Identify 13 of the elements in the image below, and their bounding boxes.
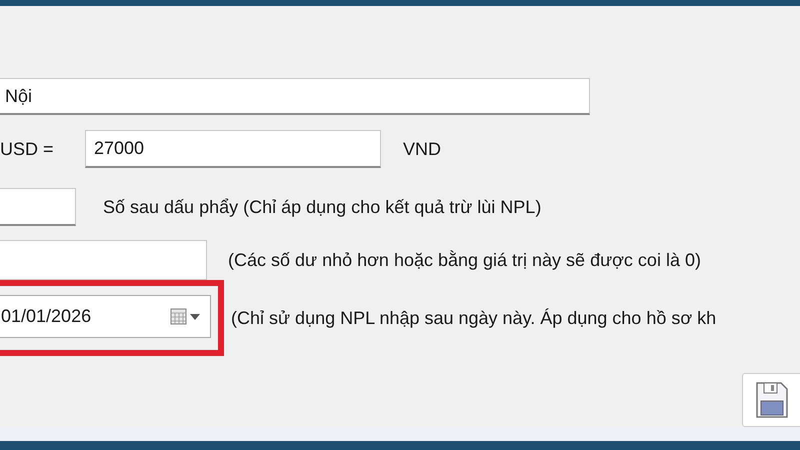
save-icon <box>755 381 789 419</box>
unit-label: VND <box>403 138 442 160</box>
threshold-hint: (Các số dư nhỏ hơn hoặc bằng giá trị này sẽ được coi là 0) <box>228 250 701 270</box>
calendar-dropdown-icon[interactable] <box>170 308 202 326</box>
currency-label: USD = <box>0 138 55 160</box>
location-field[interactable]: Nội <box>0 78 590 115</box>
start-date-hint: (Chỉ sử dụng NPL nhập sau ngày này. Áp dụng cho hồ sơ kh <box>231 308 716 328</box>
save-button[interactable] <box>742 373 800 427</box>
exchange-rate-field[interactable]: 27000 <box>85 130 381 168</box>
threshold-field[interactable] <box>0 240 207 280</box>
decimal-places-field[interactable] <box>0 188 76 226</box>
decimal-places-hint: Số sau dấu phẩy (Chỉ áp dụng cho kết quả trừ lùi NPL) <box>103 196 542 218</box>
date-picker[interactable]: 01/01/2026 <box>0 295 211 338</box>
